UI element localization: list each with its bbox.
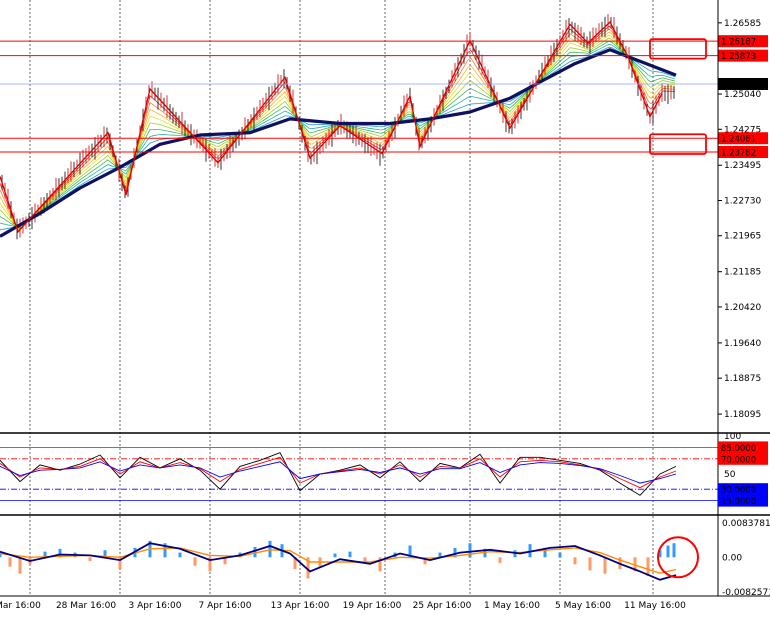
- macd-histogram-bar: [672, 543, 676, 558]
- time-axis-label: 11 May 16:00: [624, 601, 686, 611]
- macd-histogram-bar: [193, 557, 197, 566]
- price-tick-label: 1.19640: [724, 339, 761, 349]
- macd-tick-label: -0.0082571: [722, 588, 770, 598]
- macd-histogram-bar: [363, 557, 367, 562]
- price-tick-label: 1.20420: [724, 303, 761, 313]
- price-tick-label: 1.21965: [724, 232, 761, 242]
- oscillator-level-label: 30.0000: [721, 486, 756, 496]
- price-tag-label: 1.25873: [721, 52, 756, 62]
- oscillator-level-label: 70.0000: [721, 455, 756, 465]
- macd-histogram-bar: [666, 545, 670, 558]
- macd-histogram-bar: [333, 553, 337, 558]
- macd-histogram-bar: [603, 557, 607, 574]
- macd-histogram-bar: [558, 552, 562, 558]
- macd-histogram-bar: [88, 557, 92, 562]
- time-axis-label: Mar 16:00: [0, 601, 41, 611]
- price-tick-label: 1.18095: [724, 410, 761, 420]
- price-tick-label: 1.21185: [724, 268, 761, 278]
- price-tick-label: 1.23495: [724, 161, 761, 171]
- time-axis-label: 19 Apr 16:00: [343, 601, 402, 611]
- time-axis-label: 1 May 16:00: [484, 601, 540, 611]
- macd-histogram-bar: [646, 557, 650, 577]
- price-tag-label: 1.26187: [721, 38, 756, 48]
- macd-histogram-bar: [178, 552, 182, 558]
- time-axis-label: 3 Apr 16:00: [129, 601, 182, 611]
- price-tick-label: 1.25040: [724, 90, 761, 100]
- price-tag-label: 1.25258: [721, 80, 756, 90]
- price-tag-label: 1.23782: [721, 149, 756, 159]
- macd-histogram-bar: [18, 557, 22, 574]
- chart-svg: 1.265851.250401.242751.234951.227301.219…: [0, 0, 770, 613]
- oscillator-tick-label: 100: [724, 432, 741, 442]
- time-axis-label: 25 Apr 16:00: [413, 601, 472, 611]
- time-axis-label: 7 Apr 16:00: [199, 601, 252, 611]
- price-tick-label: 1.26585: [724, 19, 761, 29]
- price-tag-label: 1.24081: [721, 135, 756, 145]
- price-tick-label: 1.22730: [724, 196, 761, 206]
- macd-histogram-bar: [588, 557, 592, 571]
- price-tick-label: 1.18875: [724, 374, 761, 384]
- macd-histogram-bar: [8, 557, 12, 567]
- macd-histogram-bar: [348, 551, 352, 558]
- macd-tick-label: 0.00: [722, 553, 742, 563]
- time-axis-label: 13 Apr 16:00: [271, 601, 330, 611]
- chart-window: 1.26585 1.25040 1.24275 1.23495 1.22730 1.219…: [0, 0, 770, 613]
- time-axis-label: 28 Mar 16:00: [56, 601, 116, 611]
- macd-histogram-bar: [268, 540, 272, 558]
- macd-histogram-bar: [573, 557, 577, 565]
- oscillator-tick-label: 50: [724, 470, 736, 480]
- oscillator-level-label: 15.0000: [721, 497, 756, 507]
- macd-tick-label: 0.0083781: [722, 519, 770, 529]
- oscillator-level-label: 85.0000: [721, 444, 756, 454]
- time-axis-label: 5 May 16:00: [555, 601, 611, 611]
- macd-histogram-bar: [498, 557, 502, 563]
- macd-histogram-bar: [468, 543, 472, 558]
